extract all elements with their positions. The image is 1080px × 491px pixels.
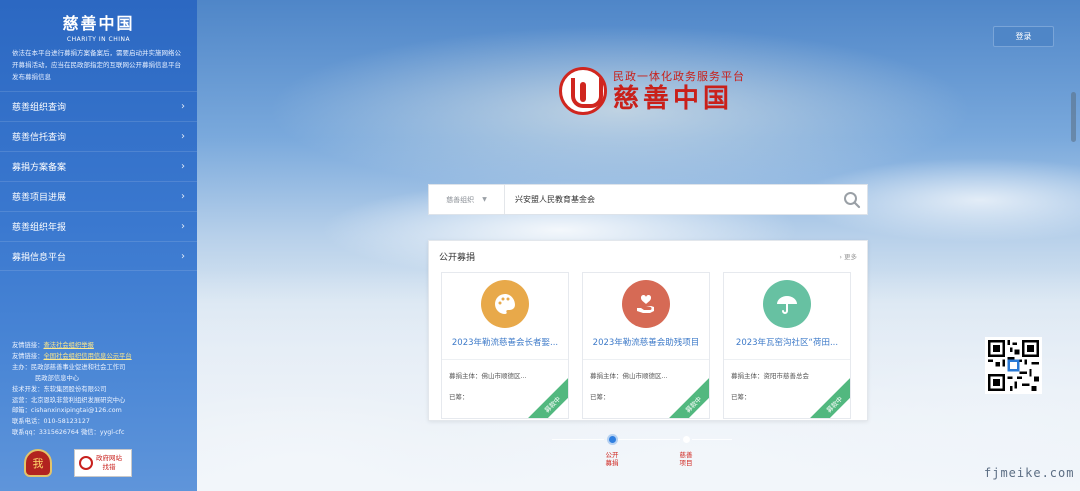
more-link[interactable]: › 更多 — [839, 251, 857, 261]
sidebar: 慈善中国 CHARITY IN CHINA 依法在本平台进行募捐方案备案后，需要… — [0, 0, 197, 491]
palette-icon — [481, 280, 529, 328]
timeline-line — [618, 439, 680, 440]
chevron-right-icon: › — [181, 191, 185, 202]
timeline-line — [692, 439, 732, 440]
report-link[interactable]: 查法社会组织举报 — [43, 342, 93, 349]
badge-line1: 政府网站 — [96, 454, 122, 462]
sidebar-item-org-query[interactable]: 慈善组织查询 › — [0, 91, 197, 121]
sidebar-item-label: 募捐信息平台 — [12, 252, 67, 263]
sidebar-item-label: 慈善信托查询 — [12, 133, 67, 143]
label-line: 项目 — [679, 459, 693, 467]
badge-label: 政府网站 找错 — [96, 454, 122, 472]
timeline-label-fundraising[interactable]: 公开 募捐 — [599, 451, 625, 467]
footer-qq: 联系qq：3315626764 微信：yygl-cfc — [12, 429, 125, 437]
scrollbar-handle[interactable] — [1071, 92, 1076, 142]
chevron-right-icon: › — [181, 101, 185, 112]
project-card[interactable]: 2023年瓦窑沟社区“荷田... 募捐主体：资阳市慈善总会 已筹： 募款中 — [723, 272, 851, 419]
chevron-right-icon: › — [181, 131, 185, 142]
footer-host-2: 民政部信息中心 — [35, 374, 80, 382]
sidebar-item-fundraising-platform[interactable]: 募捐信息平台 › — [0, 241, 197, 271]
project-sponsor: 募捐主体：佛山市顺德区... — [590, 372, 668, 380]
sidebar-subtitle: CHARITY IN CHINA — [66, 36, 131, 43]
project-cards: 2023年勒流慈善会长者娶... 募捐主体：佛山市顺德区... 已筹： 募款中 … — [441, 272, 851, 419]
police-shield-icon[interactable]: 我 — [24, 449, 52, 477]
badge-text: 我 — [32, 457, 44, 470]
logo-subtitle: 民政一体化政务服务平台 — [613, 70, 745, 83]
gov-error-report-badge[interactable]: 政府网站 找错 — [74, 449, 132, 477]
project-sponsor: 募捐主体：资阳市慈善总会 — [731, 372, 809, 380]
public-fundraising-panel: 公开募捐 › 更多 2023年勒流慈善会长者娶... 募捐主体：佛山市顺德区..… — [428, 240, 868, 421]
sidebar-nav: 慈善组织查询 › 慈善信托查询 › 募捐方案备案 › 慈善项目进展 › 慈善组织年报 › … — [0, 91, 197, 271]
project-name: 2023年瓦窑沟社区“荷田... — [735, 338, 839, 348]
timeline-dot-active[interactable] — [609, 436, 616, 443]
sidebar-item-label: 慈善项目进展 — [12, 193, 67, 203]
chevron-right-icon: › — [181, 250, 185, 262]
heart-hand-icon — [622, 280, 670, 328]
footer-host: 主办：民政部慈善事业促进和社会工作司 — [12, 363, 126, 371]
login-button[interactable]: 登录 — [993, 26, 1054, 47]
site-logo: 民政一体化政务服务平台 慈善中国 — [559, 67, 745, 115]
project-name: 2023年勒流慈善会长者娶... — [451, 338, 559, 348]
search-category-select[interactable]: 慈善组织 ▼ — [429, 185, 505, 214]
label-line: 公开 — [605, 451, 619, 459]
footer-label: 友情链接： — [12, 352, 44, 360]
timeline-label-projects[interactable]: 慈善 项目 — [673, 451, 699, 467]
chevron-right-icon: › — [181, 221, 185, 232]
search-bar: 慈善组织 ▼ — [428, 184, 868, 215]
sidebar-description: 依法在本平台进行募捐方案备案后，需要启动并实施网络公开募捐活动，应当在民政部指定… — [12, 49, 181, 81]
project-sponsor: 募捐主体：佛山市顺德区... — [449, 372, 527, 380]
sidebar-item-annual-report[interactable]: 慈善组织年报 › — [0, 211, 197, 241]
timeline-dot[interactable] — [683, 436, 690, 443]
search-icon — [844, 191, 861, 208]
footer-tech: 技术开发：东软集团股份有限公司 — [12, 385, 107, 393]
sidebar-item-label: 慈善组织年报 — [12, 223, 67, 233]
charity-emblem-icon — [559, 67, 607, 115]
search-input[interactable] — [505, 185, 837, 214]
footer-phone: 联系电话：010-58123127 — [12, 418, 90, 426]
magnifier-icon — [79, 456, 93, 470]
footer-email: 邮箱：cishanxinxipingtai@126.com — [12, 407, 122, 415]
watermark: fjmeike.com — [984, 466, 1075, 480]
sidebar-item-plan-filing[interactable]: 募捐方案备案 › — [0, 151, 197, 181]
qr-code — [985, 337, 1042, 394]
qr-code-image — [988, 340, 1039, 391]
sidebar-item-label: 募捐方案备案 — [12, 163, 67, 173]
search-category-value: 慈善组织 — [446, 195, 475, 204]
label-line: 慈善 — [679, 451, 693, 459]
project-card[interactable]: 2023年勒流慈善会助残项目 募捐主体：佛山市顺德区... 已筹： 募款中 — [582, 272, 710, 419]
sidebar-title: 慈善中国 — [62, 14, 135, 33]
footer-badges: 我 政府网站 找错 — [24, 449, 132, 477]
chevron-right-icon: › — [181, 161, 185, 172]
timeline-line — [552, 439, 604, 440]
sidebar-item-label: 慈善组织查询 — [12, 103, 67, 113]
caret-down-icon: ▼ — [482, 196, 487, 203]
label-line: 募捐 — [605, 459, 619, 467]
logo-title: 慈善中国 — [613, 84, 734, 114]
umbrella-icon — [763, 280, 811, 328]
sidebar-footer: 友情链接：查法社会组织举报 友情链接：全国社会组织信用信息公示平台 主办：民政部… — [12, 341, 132, 439]
panel-title: 公开募捐 — [439, 252, 476, 263]
section-timeline: 公开 募捐 慈善 项目 — [552, 436, 732, 467]
footer-label: 友情链接： — [12, 342, 44, 349]
badge-line2: 找错 — [102, 463, 116, 471]
search-button[interactable] — [837, 185, 867, 214]
sidebar-item-project-progress[interactable]: 慈善项目进展 › — [0, 181, 197, 211]
sidebar-item-trust-query[interactable]: 慈善信托查询 › — [0, 121, 197, 151]
project-name: 2023年勒流慈善会助残项目 — [592, 338, 700, 348]
credit-platform-link[interactable]: 全国社会组织信用信息公示平台 — [43, 353, 131, 360]
footer-ops: 运营：北京恩玖非营利组织发展研究中心 — [12, 396, 126, 404]
project-card[interactable]: 2023年勒流慈善会长者娶... 募捐主体：佛山市顺德区... 已筹： 募款中 — [441, 272, 569, 419]
